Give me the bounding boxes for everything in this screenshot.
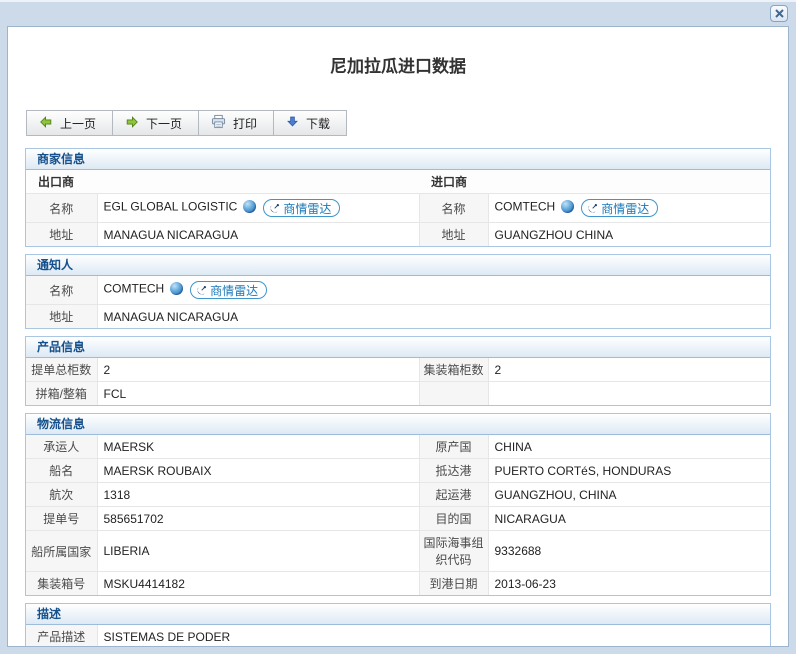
- field-value: FCL: [97, 382, 419, 406]
- field-label: 提单总柜数: [26, 358, 97, 382]
- radar-badge-link[interactable]: 商情雷达: [581, 199, 658, 217]
- exporter-header: 出口商: [26, 170, 419, 194]
- radar-badge-link[interactable]: 商情雷达: [190, 281, 267, 299]
- logistics-table: 承运人 MAERSK 原产国 CHINA 船名 MAERSK ROUBAIX 抵…: [26, 435, 770, 595]
- field-label: 原产国: [419, 435, 488, 459]
- field-value: NICARAGUA: [488, 507, 770, 531]
- radar-badge-link[interactable]: 商情雷达: [263, 199, 340, 217]
- section-description: 描述 产品描述 SISTEMAS DE PODER: [25, 603, 771, 647]
- field-value: 2: [488, 358, 770, 382]
- notify-name: COMTECH: [104, 282, 165, 296]
- section-description-title: 描述: [26, 604, 770, 625]
- section-merchant: 商家信息 出口商 进口商 名称 EGL GLOBAL LOGISTIC 商情雷达 …: [25, 148, 771, 247]
- dialog-panel: 尼加拉瓜进口数据 上一页 下一页 打印: [7, 26, 789, 647]
- field-value: PUERTO CORTéS, HONDURAS: [488, 459, 770, 483]
- product-description-value: SISTEMAS DE PODER: [97, 625, 770, 647]
- field-label: 到港日期: [419, 572, 488, 596]
- field-value: 2013-06-23: [488, 572, 770, 596]
- field-value: [488, 382, 770, 406]
- field-value: CHINA: [488, 435, 770, 459]
- globe-icon[interactable]: [170, 282, 183, 295]
- prev-page-label: 上一页: [60, 115, 96, 132]
- field-value: MAERSK ROUBAIX: [97, 459, 419, 483]
- section-logistics-title: 物流信息: [26, 414, 770, 435]
- field-label: 抵达港: [419, 459, 488, 483]
- close-icon: [775, 5, 784, 23]
- page-title: 尼加拉瓜进口数据: [8, 57, 788, 77]
- window-chrome-highlight: [0, 0, 796, 2]
- description-table: 产品描述 SISTEMAS DE PODER: [26, 625, 770, 647]
- arrow-right-icon: [125, 115, 139, 132]
- next-page-label: 下一页: [146, 115, 182, 132]
- importer-address: GUANGZHOU CHINA: [488, 223, 770, 247]
- field-value: GUANGZHOU, CHINA: [488, 483, 770, 507]
- field-label: [419, 382, 488, 406]
- field-value: 2: [97, 358, 419, 382]
- section-product-title: 产品信息: [26, 337, 770, 358]
- field-label: 拼箱/整箱: [26, 382, 97, 406]
- radar-badge-label: 商情雷达: [283, 200, 331, 217]
- exporter-name: EGL GLOBAL LOGISTIC: [104, 200, 238, 214]
- field-label: 名称: [419, 194, 488, 223]
- section-logistics: 物流信息 承运人 MAERSK 原产国 CHINA 船名 MAERSK ROUB…: [25, 413, 771, 596]
- field-label: 产品描述: [26, 625, 97, 647]
- field-label: 国际海事组织代码: [419, 531, 488, 572]
- print-button[interactable]: 打印: [198, 110, 274, 136]
- satellite-dish-icon: [269, 203, 280, 214]
- download-label: 下载: [306, 115, 330, 132]
- printer-icon: [211, 114, 226, 132]
- globe-icon[interactable]: [561, 200, 574, 213]
- field-label: 名称: [26, 194, 97, 223]
- section-notify: 通知人 名称 COMTECH 商情雷达 地址 MANAGUA NICARAGUA: [25, 254, 771, 329]
- field-label: 起运港: [419, 483, 488, 507]
- close-button[interactable]: [770, 5, 788, 22]
- field-label: 地址: [419, 223, 488, 247]
- radar-badge-label: 商情雷达: [601, 200, 649, 217]
- exporter-name-cell: EGL GLOBAL LOGISTIC 商情雷达: [97, 194, 419, 223]
- arrow-down-icon: [286, 115, 299, 131]
- field-label: 集装箱柜数: [419, 358, 488, 382]
- field-value: 585651702: [97, 507, 419, 531]
- field-value: MAERSK: [97, 435, 419, 459]
- merchant-table: 出口商 进口商 名称 EGL GLOBAL LOGISTIC 商情雷达 名称 CO…: [26, 170, 770, 246]
- field-value: MSKU4414182: [97, 572, 419, 596]
- download-button[interactable]: 下载: [273, 110, 347, 136]
- section-merchant-title: 商家信息: [26, 149, 770, 170]
- importer-header: 进口商: [419, 170, 770, 194]
- satellite-dish-icon: [196, 285, 207, 296]
- section-notify-title: 通知人: [26, 255, 770, 276]
- field-value: LIBERIA: [97, 531, 419, 572]
- field-label: 目的国: [419, 507, 488, 531]
- field-label: 地址: [26, 305, 97, 329]
- importer-name: COMTECH: [495, 200, 556, 214]
- field-label: 航次: [26, 483, 97, 507]
- field-label: 承运人: [26, 435, 97, 459]
- section-product: 产品信息 提单总柜数 2 集装箱柜数 2 拼箱/整箱 FCL: [25, 336, 771, 406]
- field-label: 名称: [26, 276, 97, 305]
- radar-badge-label: 商情雷达: [210, 282, 258, 299]
- globe-icon[interactable]: [243, 200, 256, 213]
- field-label: 地址: [26, 223, 97, 247]
- field-value: 1318: [97, 483, 419, 507]
- notify-address: MANAGUA NICARAGUA: [97, 305, 770, 329]
- prev-page-button[interactable]: 上一页: [26, 110, 113, 136]
- print-label: 打印: [233, 115, 257, 132]
- satellite-dish-icon: [587, 203, 598, 214]
- field-value: 9332688: [488, 531, 770, 572]
- arrow-left-icon: [39, 115, 53, 132]
- field-label: 集装箱号: [26, 572, 97, 596]
- toolbar: 上一页 下一页 打印 下载: [26, 110, 347, 136]
- next-page-button[interactable]: 下一页: [112, 110, 199, 136]
- page: { "title": "尼加拉瓜进口数据", "toolbar": { "pre…: [0, 0, 796, 654]
- field-label: 提单号: [26, 507, 97, 531]
- notify-table: 名称 COMTECH 商情雷达 地址 MANAGUA NICARAGUA: [26, 276, 770, 328]
- product-table: 提单总柜数 2 集装箱柜数 2 拼箱/整箱 FCL: [26, 358, 770, 405]
- exporter-address: MANAGUA NICARAGUA: [97, 223, 419, 247]
- field-label: 船名: [26, 459, 97, 483]
- notify-name-cell: COMTECH 商情雷达: [97, 276, 770, 305]
- field-label: 船所属国家: [26, 531, 97, 572]
- importer-name-cell: COMTECH 商情雷达: [488, 194, 770, 223]
